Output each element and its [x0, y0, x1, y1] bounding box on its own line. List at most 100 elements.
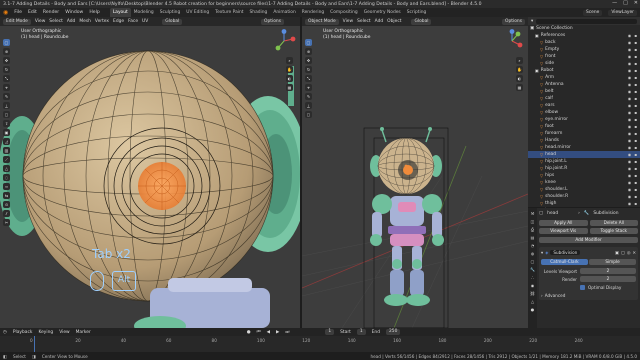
outliner-item[interactable]: ▽ Arm ◉ ▪	[528, 74, 640, 81]
eye-icon[interactable]: ◉	[628, 33, 632, 38]
poly-build-tool-icon[interactable]: △	[3, 165, 10, 172]
tab-compositing[interactable]: Compositing	[327, 8, 361, 17]
tab-geometry-nodes[interactable]: Geometry Nodes	[361, 8, 404, 17]
toggle-stack-button[interactable]: Toggle Stack	[589, 228, 638, 234]
measure-tool-icon[interactable]: ⟂	[305, 102, 312, 109]
eye-icon[interactable]: ◉	[628, 159, 632, 164]
close-button[interactable]: ✕	[634, 0, 638, 6]
camera-icon[interactable]: ▪	[634, 68, 637, 73]
camera-icon[interactable]: ▪	[634, 33, 637, 38]
timeline-ruler[interactable]: 0 20 40 60 80 100 120 140 160 180 200 220 240	[0, 336, 640, 352]
eye-icon[interactable]: ◉	[628, 61, 632, 66]
outliner-filter-icon[interactable]: ▾	[531, 19, 533, 24]
apply-all-button[interactable]: Apply All	[539, 220, 588, 226]
data-tab-icon[interactable]: △	[531, 299, 534, 304]
zoom-icon[interactable]: ⌕	[286, 57, 293, 64]
object-tab-icon[interactable]: ▢	[531, 259, 535, 264]
move-tool-icon[interactable]: ✥	[305, 57, 312, 64]
eye-icon[interactable]: ◉	[628, 131, 632, 136]
add-modifier-button[interactable]: Add Modifier	[539, 237, 638, 243]
rotate-tool-icon[interactable]: ↻	[305, 66, 312, 73]
timeline-editor-icon[interactable]: ◷	[3, 330, 7, 335]
move-tool-icon[interactable]: ✥	[3, 57, 10, 64]
right-menu-select[interactable]: Select	[357, 19, 371, 24]
outliner-item[interactable]: ▣ References ◉ ▪	[528, 32, 640, 39]
tab-layout[interactable]: Layout	[109, 8, 131, 17]
eye-icon[interactable]: ◉	[628, 145, 632, 150]
outliner-item[interactable]: ▽ Antenna ◉ ▪	[528, 81, 640, 88]
outliner-item[interactable]: ▽ hip.joint.R ◉ ▪	[528, 165, 640, 172]
pan-hand-icon[interactable]: ✋	[516, 66, 523, 73]
camera-icon[interactable]: ◐	[286, 75, 293, 82]
tool-tab-icon[interactable]: ⚒	[531, 211, 535, 216]
right-viewport[interactable]: Object Mode View Select Add Object Globa…	[302, 17, 528, 328]
outliner-item[interactable]: ▽ forearm ◉ ▪	[528, 130, 640, 137]
eye-icon[interactable]: ◉	[628, 89, 632, 94]
right-options-button[interactable]: Options	[502, 18, 525, 25]
eye-icon[interactable]: ◉	[628, 194, 632, 199]
left-options-button[interactable]: Options	[261, 18, 284, 25]
outliner-item[interactable]: ▣ Robot ◉ ▪	[528, 67, 640, 74]
menu-edit[interactable]: Edit	[28, 10, 37, 15]
advanced-section[interactable]: Advanced	[545, 293, 566, 298]
jump-end-icon[interactable]: ⏭	[285, 329, 289, 335]
outliner-item[interactable]: ▽ hips ◉ ▪	[528, 172, 640, 179]
camera-icon[interactable]: ▪	[634, 145, 637, 150]
left-menu-edge[interactable]: Edge	[113, 19, 124, 24]
annotate-tool-icon[interactable]: ✎	[3, 93, 10, 100]
timeline-menu-keying[interactable]: Keying	[38, 330, 53, 335]
camera-icon[interactable]: ▪	[634, 166, 637, 171]
transform-tool-icon[interactable]: ⌖	[305, 84, 312, 91]
catmull-clark-toggle[interactable]: Catmull-Clark	[541, 259, 588, 265]
play-reverse-icon[interactable]: ◀	[267, 330, 270, 335]
tab-uv-editing[interactable]: UV Editing	[183, 8, 212, 17]
left-menu-vertex[interactable]: Vertex	[95, 19, 109, 24]
right-mode-selector[interactable]: Object Mode	[305, 18, 339, 25]
outliner-item[interactable]: ▽ thigh ◉ ▪	[528, 200, 640, 207]
right-menu-view[interactable]: View	[343, 19, 353, 24]
camera-icon[interactable]: ▪	[634, 103, 637, 108]
extrude-tool-icon[interactable]: ⇧	[3, 120, 10, 127]
eye-icon[interactable]: ◉	[628, 187, 632, 192]
modifier-name-field[interactable]: Subdivision	[550, 250, 581, 255]
optimal-display-checkbox[interactable]	[580, 285, 585, 290]
left-menu-uv[interactable]: UV	[142, 19, 148, 24]
eye-icon[interactable]: ◉	[628, 68, 632, 73]
tab-modeling[interactable]: Modeling	[131, 8, 157, 17]
camera-icon[interactable]: ◐	[516, 75, 523, 82]
add-cube-tool-icon[interactable]: ◻	[3, 111, 10, 118]
outliner-item[interactable]: ▽ front ◉ ▪	[528, 53, 640, 60]
outliner-item[interactable]: ▽ eye.mirror ◉ ▪	[528, 116, 640, 123]
viewport-toggle-icon[interactable]: ▢	[621, 250, 625, 255]
start-frame-field[interactable]: 1	[356, 329, 366, 335]
delete-all-button[interactable]: Delete All	[589, 220, 638, 226]
bevel-tool-icon[interactable]: ◿	[3, 138, 10, 145]
eye-icon[interactable]: ◉	[628, 103, 632, 108]
camera-icon[interactable]: ▪	[634, 89, 637, 94]
camera-icon[interactable]: ▪	[634, 47, 637, 52]
outliner-item[interactable]: ▽ shoulder.R ◉ ▪	[528, 193, 640, 200]
menu-help[interactable]: Help	[89, 10, 99, 15]
playhead[interactable]	[34, 336, 35, 352]
camera-icon[interactable]: ▪	[634, 194, 637, 199]
left-nav-gizmo[interactable]	[272, 29, 296, 53]
left-mode-selector[interactable]: Edit Mode	[3, 18, 31, 25]
left-menu-mesh[interactable]: Mesh	[79, 19, 91, 24]
outliner-scene-collection[interactable]: ▣ Scene Collection	[528, 25, 640, 32]
outliner-item[interactable]: ▽ Empty ◉ ▪	[528, 46, 640, 53]
edge-slide-tool-icon[interactable]: ⇆	[3, 192, 10, 199]
left-menu-view[interactable]: View	[35, 19, 45, 24]
camera-icon[interactable]: ▪	[634, 180, 637, 185]
timeline-menu-view[interactable]: View	[59, 330, 69, 335]
eye-icon[interactable]: ◉	[628, 166, 632, 171]
modifier-tab-icon[interactable]: 🔧	[530, 267, 535, 272]
simple-toggle[interactable]: Simple	[589, 259, 636, 265]
outliner-item[interactable]: ▽ shoulder.L ◉ ▪	[528, 186, 640, 193]
menu-file[interactable]: File	[14, 10, 22, 15]
eye-icon[interactable]: ◉	[628, 117, 632, 122]
tab-sculpting[interactable]: Sculpting	[157, 8, 184, 17]
eye-icon[interactable]: ◉	[628, 201, 632, 206]
eye-icon[interactable]: ◉	[628, 152, 632, 157]
outliner-item[interactable]: ▽ knee ◉ ▪	[528, 179, 640, 186]
smooth-tool-icon[interactable]: ≈	[3, 183, 10, 190]
